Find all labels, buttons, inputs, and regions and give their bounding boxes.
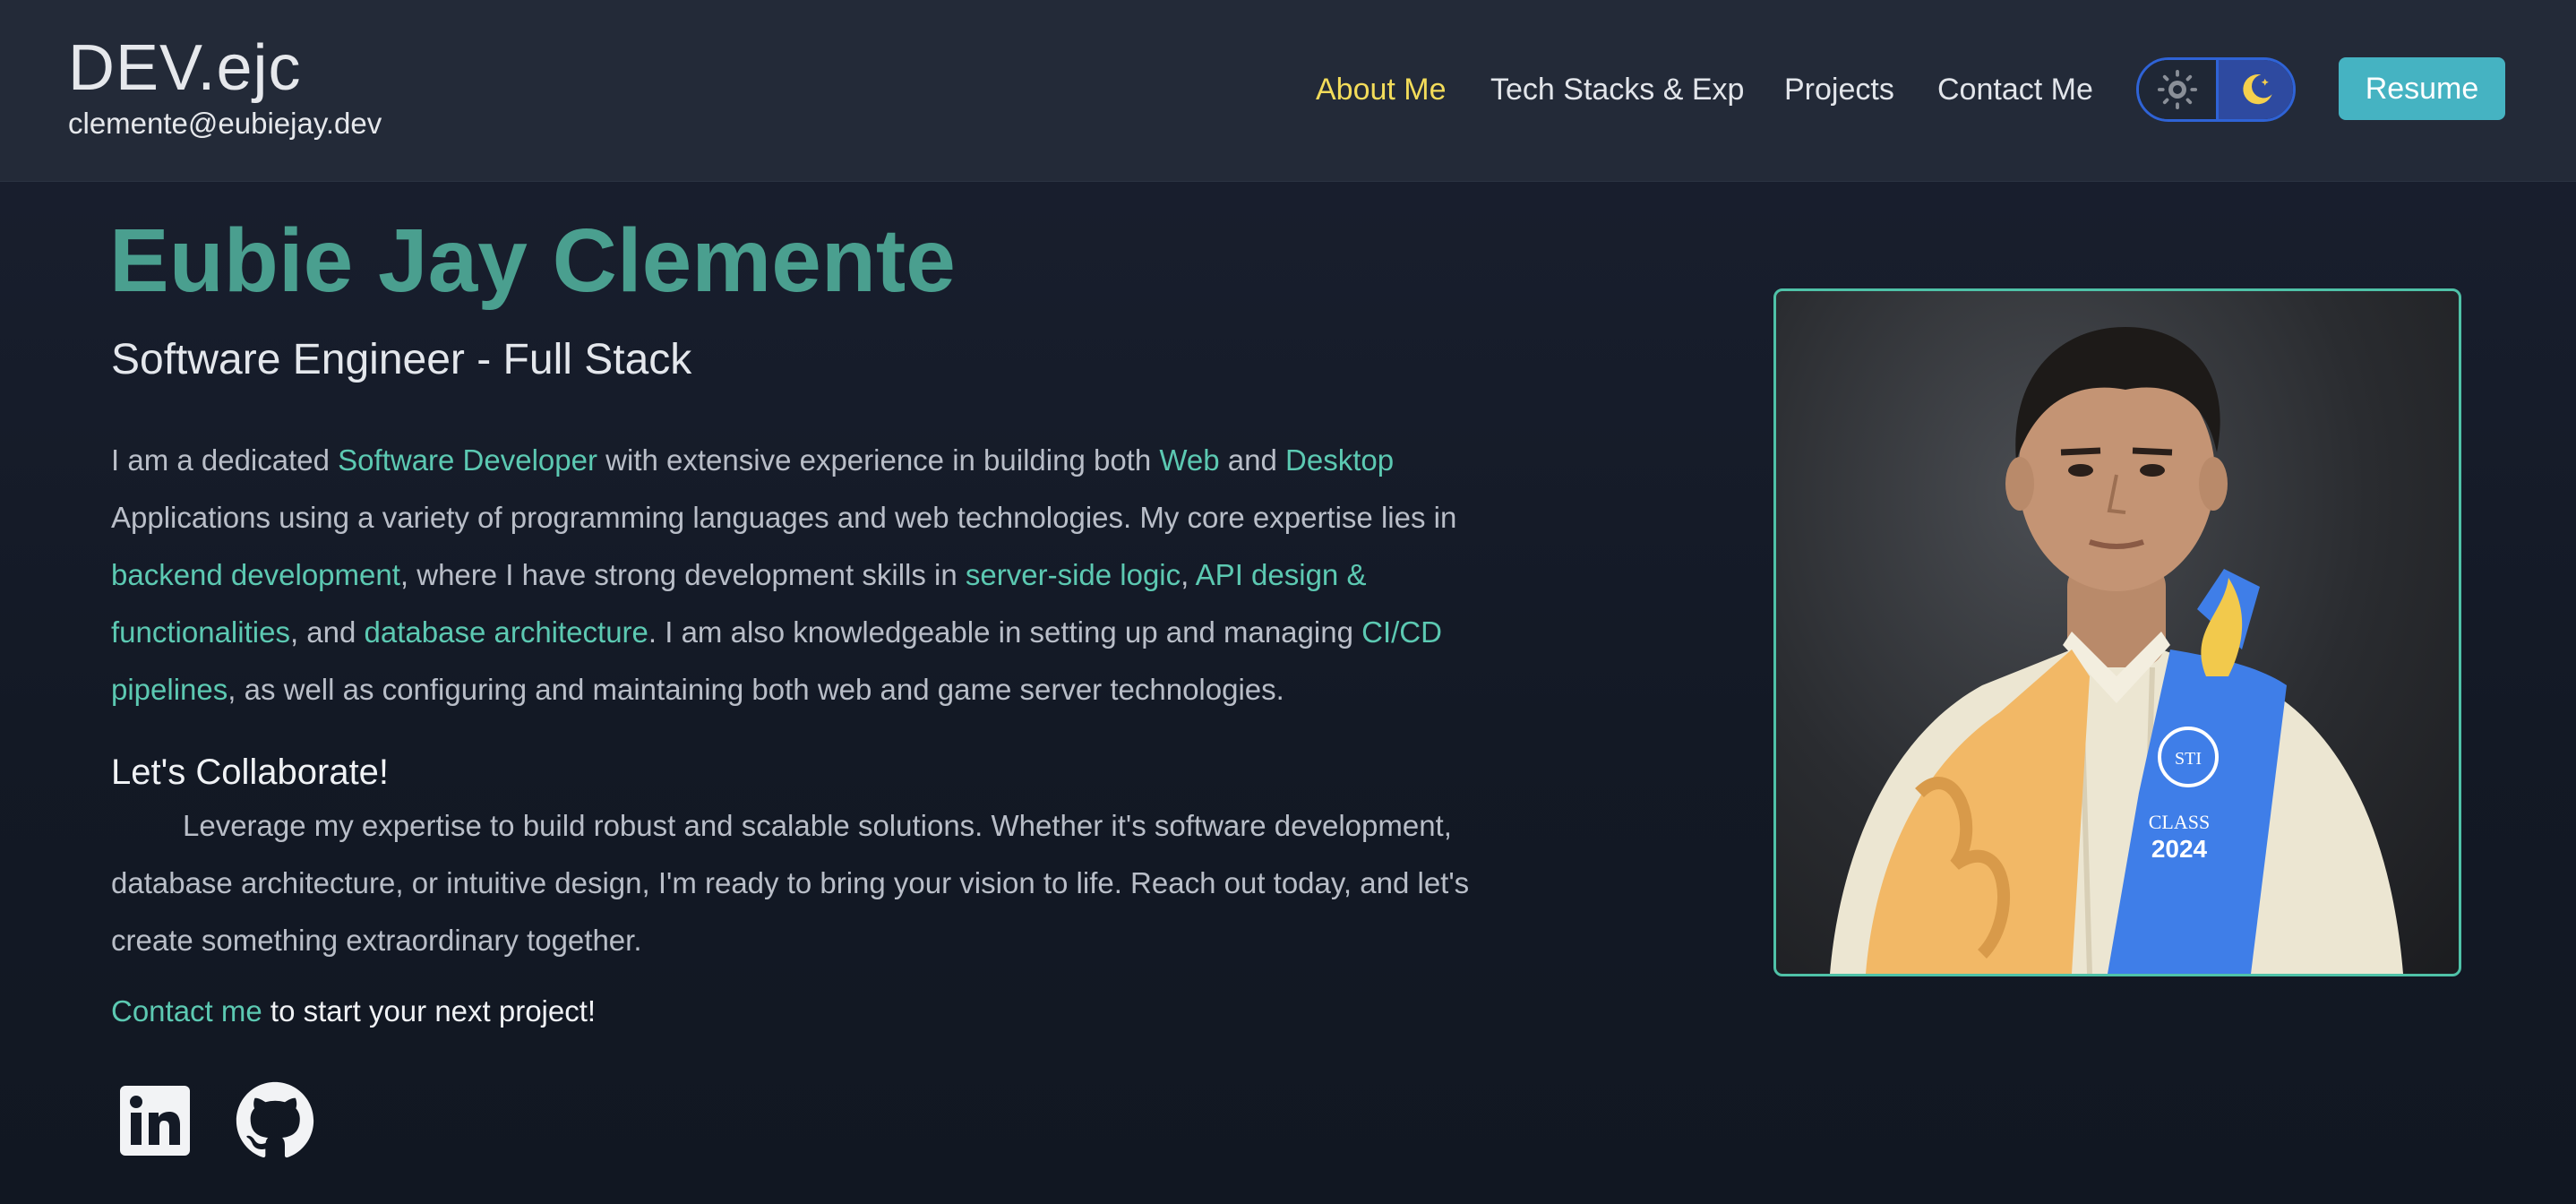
profile-photo: STI CLASS 2024 <box>1773 288 2461 976</box>
bio-text: , <box>1181 558 1196 591</box>
page: DEV.ejc clemente@eubiejay.dev About Me T… <box>0 0 2576 1204</box>
brand-email: clemente@eubiejay.dev <box>68 107 382 140</box>
bio-text: , where I have strong development skills… <box>399 558 966 591</box>
nav-contact-me[interactable]: Contact Me <box>1937 68 2093 111</box>
bio-text: and <box>1219 443 1286 477</box>
header: DEV.ejc clemente@eubiejay.dev About Me T… <box>0 0 2576 182</box>
bio-highlight: Software Developer <box>338 443 597 477</box>
nav-projects[interactable]: Projects <box>1784 68 1894 111</box>
bio-text: I am a dedicated <box>111 443 339 477</box>
brand-title[interactable]: DEV.ejc <box>68 29 301 108</box>
bio-text: , and <box>289 615 365 649</box>
moon-icon <box>2243 74 2272 105</box>
bio-text: with extensive experience in building bo… <box>597 443 1160 477</box>
nav-tech-stacks[interactable]: Tech Stacks & Exp <box>1490 68 1744 111</box>
bio-highlight: database architecture <box>364 615 648 649</box>
bio-text: Applications using a variety of programm… <box>111 501 1457 534</box>
contact-me-link[interactable]: Contact me <box>111 994 262 1028</box>
light-theme-option[interactable] <box>2139 60 2216 119</box>
bio-highlight: backend development <box>111 558 400 591</box>
nav-about-me[interactable]: About Me <box>1316 68 1447 111</box>
collab-paragraph: Leverage my expertise to build robust an… <box>111 809 1470 957</box>
hero-role: Software Engineer - Full Stack <box>111 336 692 383</box>
cta-text: to start your next project! <box>262 994 597 1028</box>
resume-button[interactable]: Resume <box>2339 57 2505 120</box>
dark-theme-option[interactable] <box>2219 60 2293 119</box>
linkedin-icon <box>120 1086 190 1156</box>
bio-highlight: Desktop <box>1285 443 1395 477</box>
bio-highlight: Web <box>1159 443 1220 477</box>
sun-icon <box>2157 69 2198 110</box>
theme-toggle[interactable] <box>2136 57 2296 122</box>
collab-title: Let's Collaborate! <box>111 752 390 792</box>
stole-emblem-text: STI <box>2175 749 2202 769</box>
hero-name: Eubie Jay Clemente <box>109 211 956 311</box>
github-icon <box>236 1081 314 1158</box>
bio-text: . I am also knowledgeable in setting up … <box>648 615 1362 649</box>
stole-class-label: CLASS <box>2149 811 2210 833</box>
bio-paragraph: I am a dedicated Software Developer with… <box>111 432 1526 718</box>
linkedin-link[interactable] <box>115 1080 195 1161</box>
stole-class-year: 2024 <box>2151 835 2208 863</box>
bio-text: , as well as configuring and maintaining… <box>228 673 1284 706</box>
portrait-illustration: STI CLASS 2024 <box>1830 327 2403 974</box>
github-link[interactable] <box>235 1080 315 1161</box>
bio-highlight: server-side logic <box>965 558 1181 591</box>
cta-line: Contact me to start your next project! <box>111 989 596 1034</box>
